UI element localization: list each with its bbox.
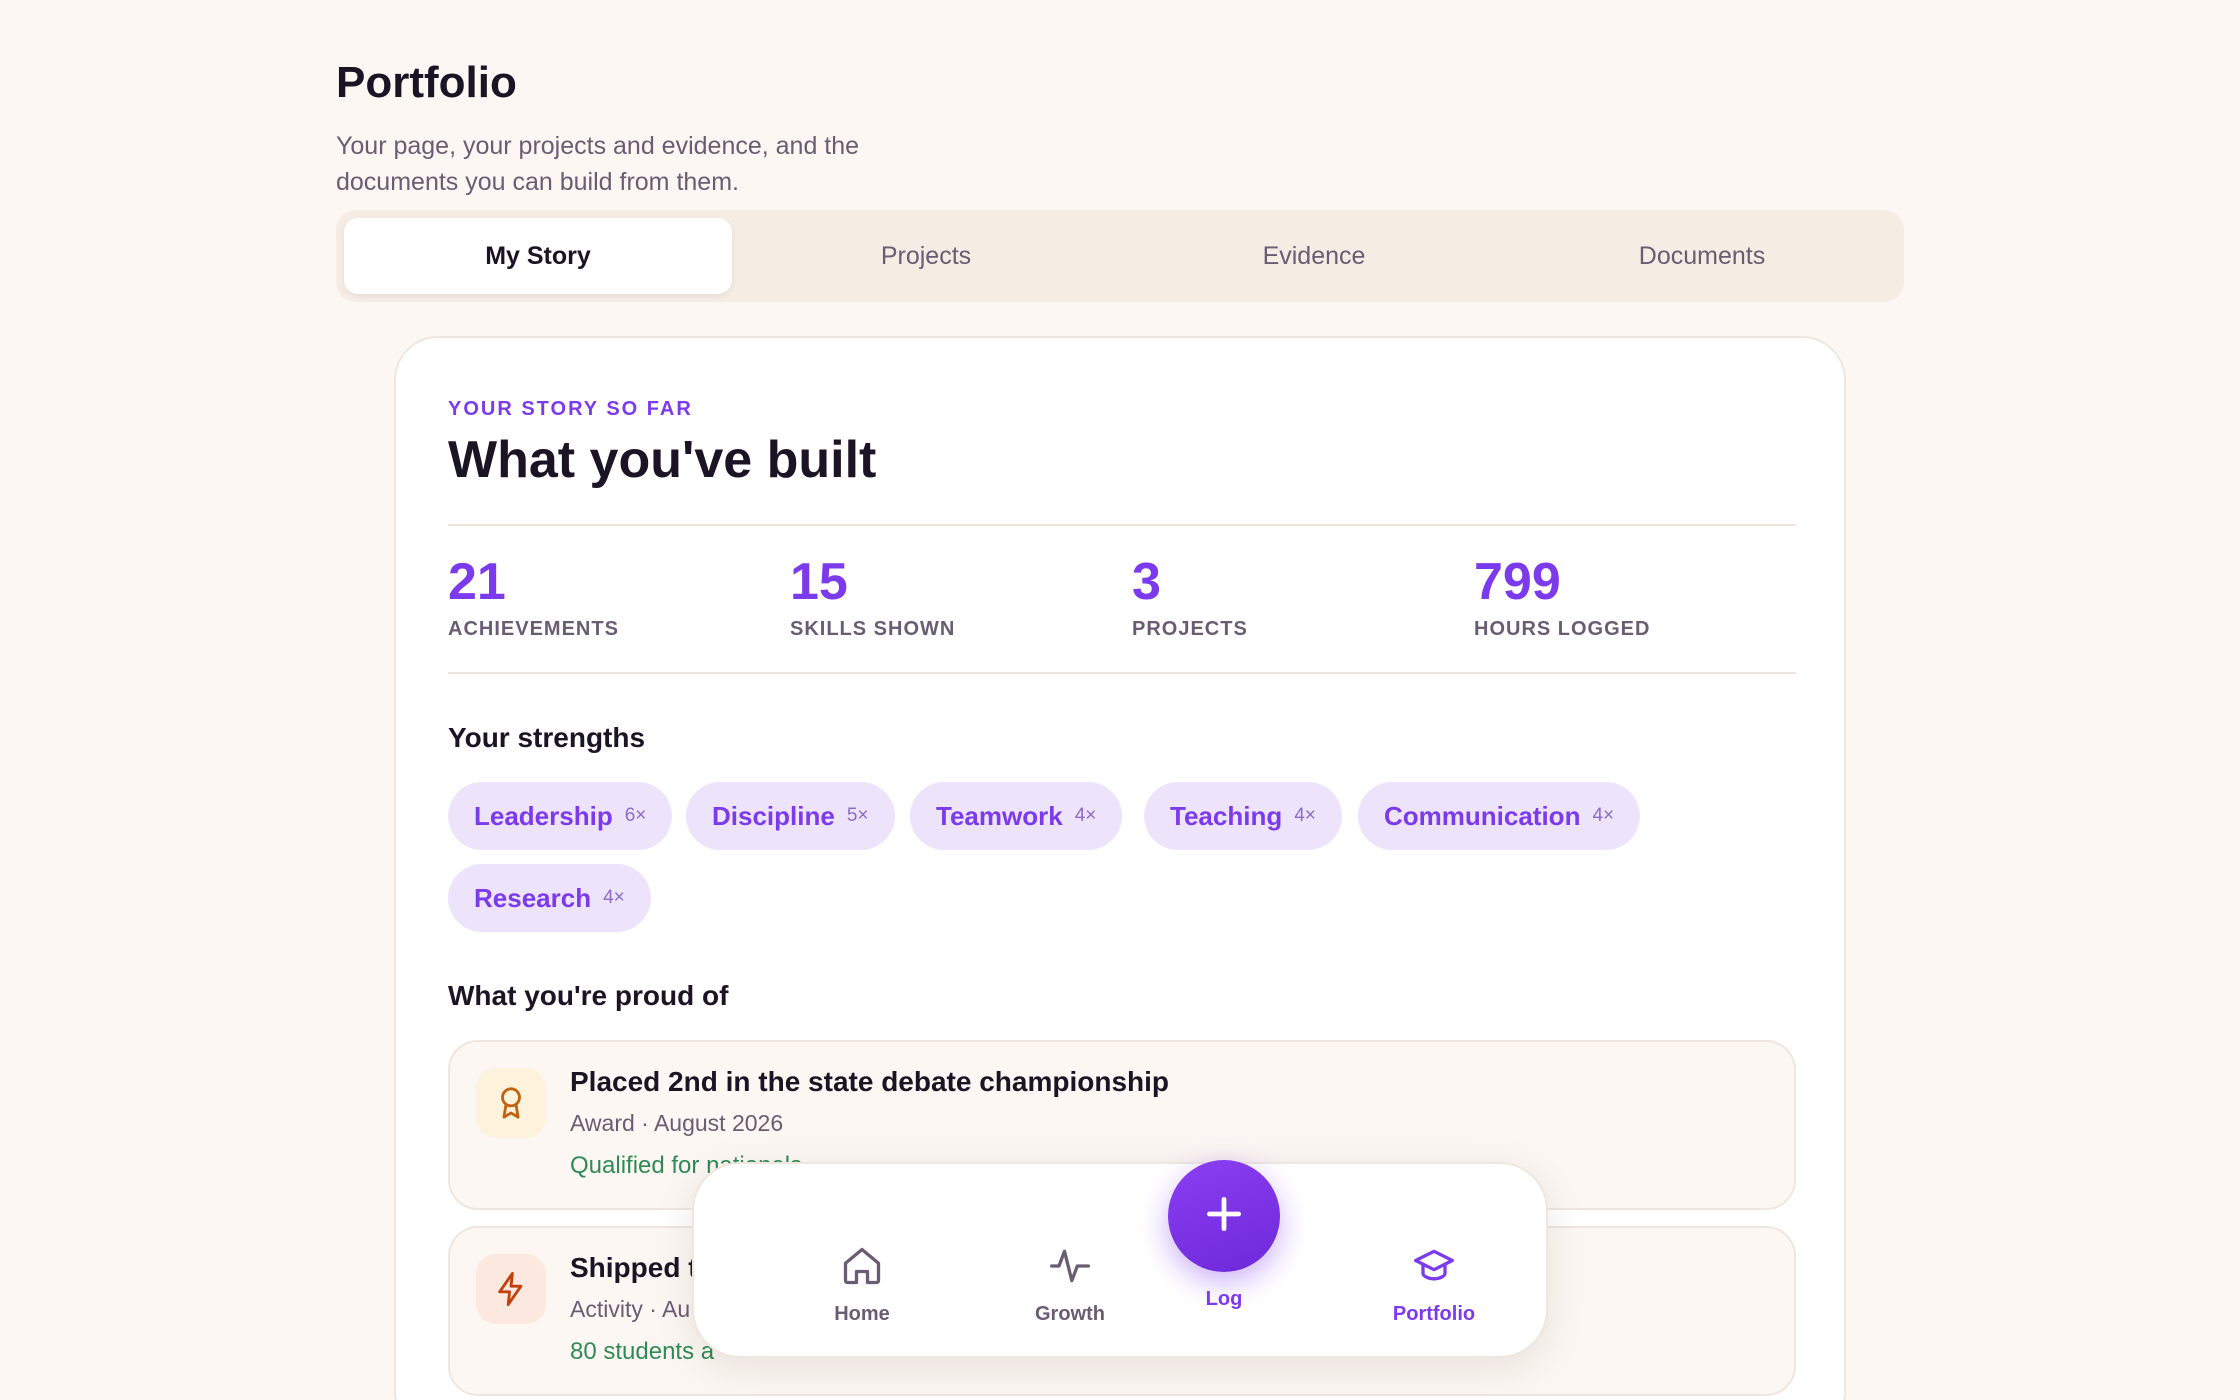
- strength-chip-research[interactable]: Research 4×: [448, 864, 651, 932]
- tab-evidence[interactable]: Evidence: [1120, 218, 1508, 294]
- portfolio-page: Portfolio Your page, your projects and e…: [0, 0, 2240, 1400]
- nav-home[interactable]: Home: [782, 1244, 942, 1326]
- stat-hours: 799 HOURS LOGGED: [1474, 550, 1650, 641]
- nav-portfolio[interactable]: Portfolio: [1354, 1244, 1514, 1326]
- log-label[interactable]: Log: [1144, 1288, 1304, 1311]
- stat-label: PROJECTS: [1132, 618, 1248, 640]
- stat-label: ACHIEVEMENTS: [448, 618, 619, 640]
- achievement-meta: Award · August 2026: [570, 1110, 784, 1136]
- tab-documents[interactable]: Documents: [1508, 218, 1896, 294]
- graduation-cap-icon: [1412, 1244, 1456, 1293]
- achievement-title: Shipped t: [570, 1252, 698, 1283]
- chip-count: 4×: [603, 887, 625, 908]
- stat-value: 3: [1132, 553, 1161, 611]
- page-title: Portfolio: [336, 58, 517, 107]
- chip-count: 4×: [1074, 805, 1097, 826]
- achievement-title: Placed 2nd in the state debate champions…: [570, 1066, 1170, 1097]
- story-title: What you've built: [448, 431, 877, 489]
- chip-name: Teamwork: [936, 800, 1063, 831]
- log-button[interactable]: [1168, 1160, 1280, 1272]
- tab-my-story[interactable]: My Story: [344, 218, 732, 294]
- achievement-meta: Activity · Au: [570, 1296, 691, 1322]
- page-subtitle: Your page, your projects and evidence, a…: [336, 132, 860, 196]
- strength-chip-discipline[interactable]: Discipline 5×: [686, 782, 895, 850]
- chip-name: Leadership: [474, 800, 613, 831]
- proud-heading: What you're proud of: [448, 980, 729, 1011]
- stat-skills: 15 SKILLS SHOWN: [790, 550, 955, 641]
- stat-value: 21: [448, 553, 506, 611]
- award-ribbon-icon: [476, 1068, 546, 1138]
- stat-projects: 3 PROJECTS: [1132, 550, 1248, 641]
- stat-value: 15: [790, 553, 848, 611]
- strength-chip-teamwork[interactable]: Teamwork 4×: [910, 782, 1123, 850]
- home-icon: [840, 1244, 884, 1293]
- strength-chip-teaching[interactable]: Teaching 4×: [1144, 782, 1342, 850]
- chip-name: Research: [474, 882, 592, 913]
- nav-label: Portfolio: [1392, 1303, 1476, 1325]
- story-eyebrow: YOUR STORY SO FAR: [448, 398, 693, 420]
- chip-name: Teaching: [1170, 800, 1283, 831]
- stat-label: HOURS LOGGED: [1474, 618, 1651, 640]
- nav-label: Growth: [1035, 1303, 1105, 1325]
- achievement-note: 80 students a: [570, 1338, 715, 1365]
- strengths-heading: Your strengths: [448, 722, 646, 753]
- chip-name: Communication: [1384, 800, 1581, 831]
- stat-label: SKILLS SHOWN: [790, 618, 956, 640]
- stat-value: 799: [1474, 553, 1561, 611]
- stat-achievements: 21 ACHIEVEMENTS: [448, 550, 619, 641]
- chip-count: 6×: [624, 805, 647, 826]
- lightning-icon: [476, 1254, 546, 1324]
- nav-label: Home: [834, 1303, 890, 1325]
- tab-bar: My Story Projects Evidence Documents: [336, 210, 1904, 302]
- strength-chip-communication[interactable]: Communication 4×: [1358, 782, 1641, 850]
- stats-row: 21 ACHIEVEMENTS 15 SKILLS SHOWN 3 PROJEC…: [448, 524, 1796, 674]
- bottom-nav: Home Growth Log Portfolio: [692, 1160, 1548, 1358]
- tab-projects[interactable]: Projects: [732, 218, 1120, 294]
- chip-count: 4×: [1294, 805, 1316, 826]
- chip-name: Discipline: [712, 800, 835, 831]
- activity-icon: [1048, 1244, 1092, 1293]
- chip-count: 5×: [846, 805, 869, 826]
- nav-growth[interactable]: Growth: [990, 1244, 1150, 1326]
- strength-chip-leadership[interactable]: Leadership 6×: [448, 782, 673, 850]
- chip-count: 4×: [1592, 805, 1615, 826]
- plus-icon: [1202, 1192, 1246, 1241]
